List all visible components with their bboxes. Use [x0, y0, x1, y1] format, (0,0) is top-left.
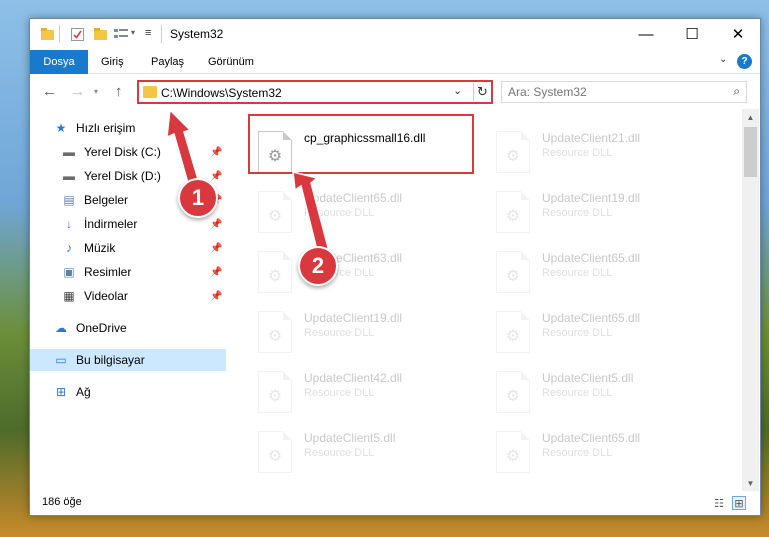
annotation-arrows — [166, 108, 331, 259]
arrow-step-2 — [292, 171, 331, 259]
step-1-badge: 1 — [178, 178, 218, 218]
step-2-badge: 2 — [298, 246, 338, 286]
